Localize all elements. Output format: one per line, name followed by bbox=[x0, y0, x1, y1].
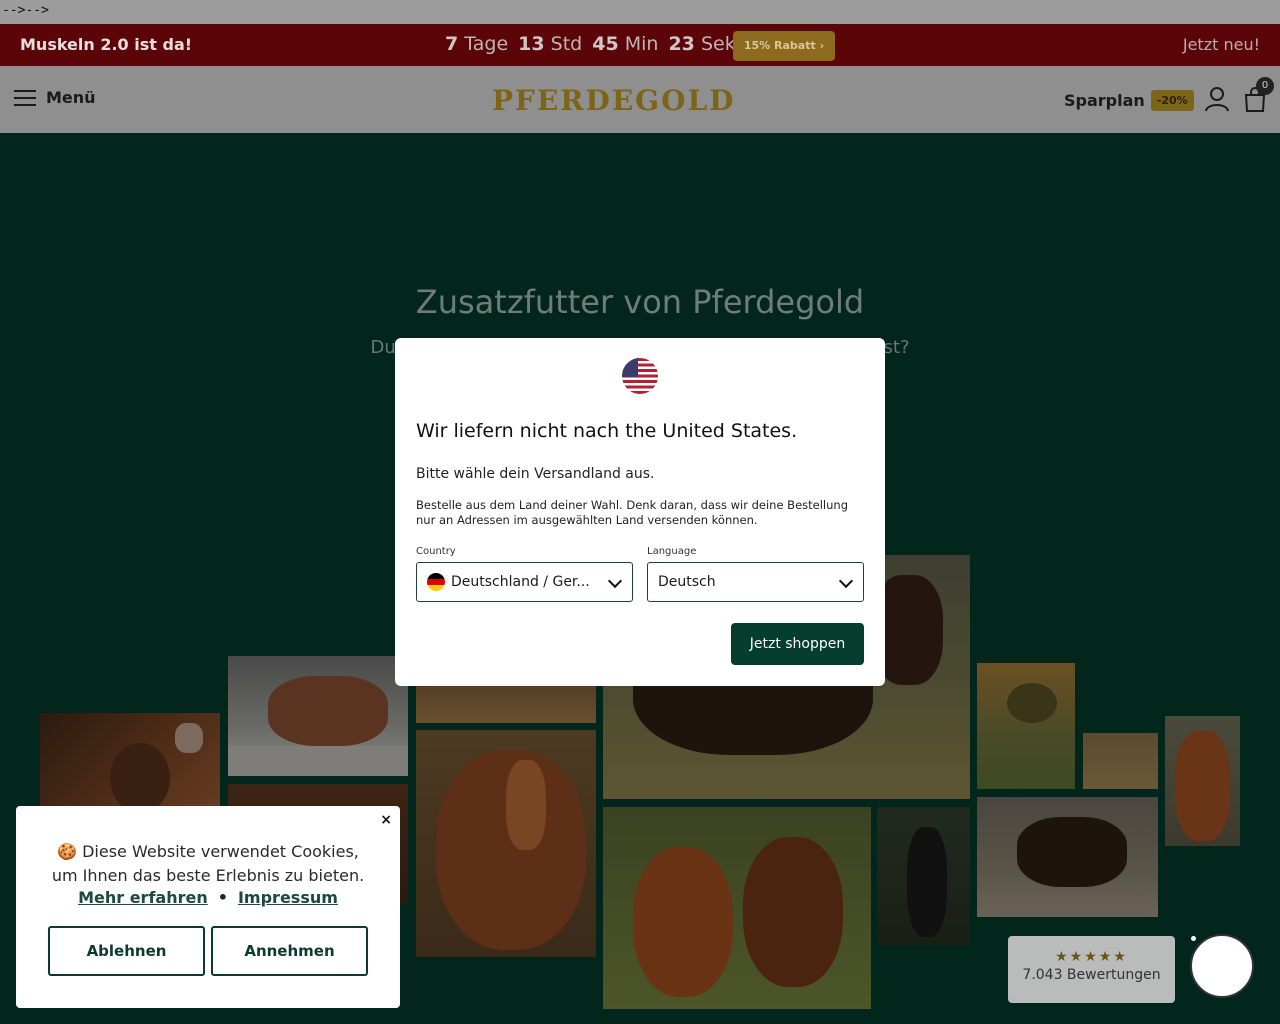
language-select[interactable]: Deutsch bbox=[647, 562, 864, 602]
cart-count-badge: 0 bbox=[1256, 77, 1274, 95]
countdown-minutes: 45 Min bbox=[592, 33, 659, 55]
rating-stars: ★★★★★ bbox=[1055, 949, 1128, 965]
user-account-icon[interactable] bbox=[1204, 86, 1230, 112]
close-icon[interactable]: × bbox=[380, 812, 392, 828]
countdown-timer: 7 Tage 13 Std 45 Min 23 Sek bbox=[445, 33, 736, 55]
horse-photo bbox=[603, 807, 871, 1009]
reviews-count: 7.043 Bewertungen bbox=[1022, 967, 1161, 983]
countdown-hours: 13 Std bbox=[518, 33, 583, 55]
decline-cookies-button[interactable]: Ablehnen bbox=[48, 926, 205, 976]
site-header: Menü PFERDEGOLD Sparplan -20% bbox=[0, 66, 1280, 133]
stray-comment-text: -->--> bbox=[0, 0, 1280, 24]
cookie-message: 🍪 Diese Website verwendet Cookies, um Ih… bbox=[51, 842, 365, 885]
announcement-left-text[interactable]: Muskeln 2.0 ist da! bbox=[20, 35, 192, 54]
accept-cookies-button[interactable]: Annehmen bbox=[211, 926, 368, 976]
horse-photo bbox=[228, 656, 408, 776]
modal-description: Bestelle aus dem Land deiner Wahl. Denk … bbox=[416, 498, 848, 527]
countdown-seconds: 23 Sek bbox=[668, 33, 736, 55]
horse-photo bbox=[1165, 716, 1240, 846]
learn-more-link[interactable]: Mehr erfahren bbox=[78, 888, 208, 907]
menu-button[interactable]: Menü bbox=[14, 88, 96, 107]
discount-promo-button[interactable]: 15% Rabatt › bbox=[733, 31, 835, 61]
country-label: Country bbox=[416, 546, 456, 557]
shop-now-button[interactable]: Jetzt shoppen bbox=[731, 623, 864, 665]
hamburger-icon bbox=[14, 89, 36, 106]
horse-photo bbox=[1083, 733, 1158, 789]
chat-widget-button[interactable] bbox=[1190, 934, 1254, 998]
cookie-banner: × 🍪 Diese Website verwendet Cookies, um … bbox=[16, 806, 400, 1008]
country-selection-modal: Wir liefern nicht nach the United States… bbox=[395, 338, 885, 686]
modal-instruction: Bitte wähle dein Versandland aus. bbox=[416, 466, 655, 482]
horse-photo bbox=[877, 807, 970, 945]
cookie-links: Mehr erfahren • Impressum bbox=[78, 888, 338, 907]
country-select-value: Deutschland / Ger... bbox=[451, 574, 590, 590]
horse-photo bbox=[977, 663, 1075, 789]
language-select-value: Deutsch bbox=[658, 574, 716, 590]
modal-heading: Wir liefern nicht nach the United States… bbox=[416, 420, 798, 442]
hero-title: Zusatzfutter von Pferdegold bbox=[415, 283, 865, 321]
chevron-down-icon bbox=[607, 573, 623, 589]
us-flag-icon bbox=[622, 358, 658, 394]
announcement-right-link[interactable]: Jetzt neu! bbox=[1183, 35, 1260, 54]
chevron-down-icon bbox=[838, 573, 854, 589]
language-label: Language bbox=[647, 546, 697, 557]
sparplan-label: Sparplan bbox=[1064, 91, 1145, 110]
horse-photo bbox=[416, 730, 596, 957]
horse-photo bbox=[977, 797, 1158, 917]
brand-logo[interactable]: PFERDEGOLD bbox=[492, 84, 735, 117]
announcement-bar: Muskeln 2.0 ist da! 7 Tage 13 Std 45 Min… bbox=[0, 24, 1280, 66]
country-select[interactable]: Deutschland / Ger... bbox=[416, 562, 633, 602]
chat-indicator-dot bbox=[1191, 936, 1196, 941]
sparplan-discount-badge: -20% bbox=[1150, 90, 1194, 111]
countdown-days: 7 Tage bbox=[445, 33, 509, 55]
imprint-link[interactable]: Impressum bbox=[238, 888, 338, 907]
germany-flag-icon bbox=[427, 573, 445, 591]
sparplan-link[interactable]: Sparplan -20% bbox=[1064, 90, 1194, 111]
menu-label: Menü bbox=[46, 88, 96, 107]
reviews-badge[interactable]: ★★★★★ 7.043 Bewertungen bbox=[1008, 936, 1175, 1003]
